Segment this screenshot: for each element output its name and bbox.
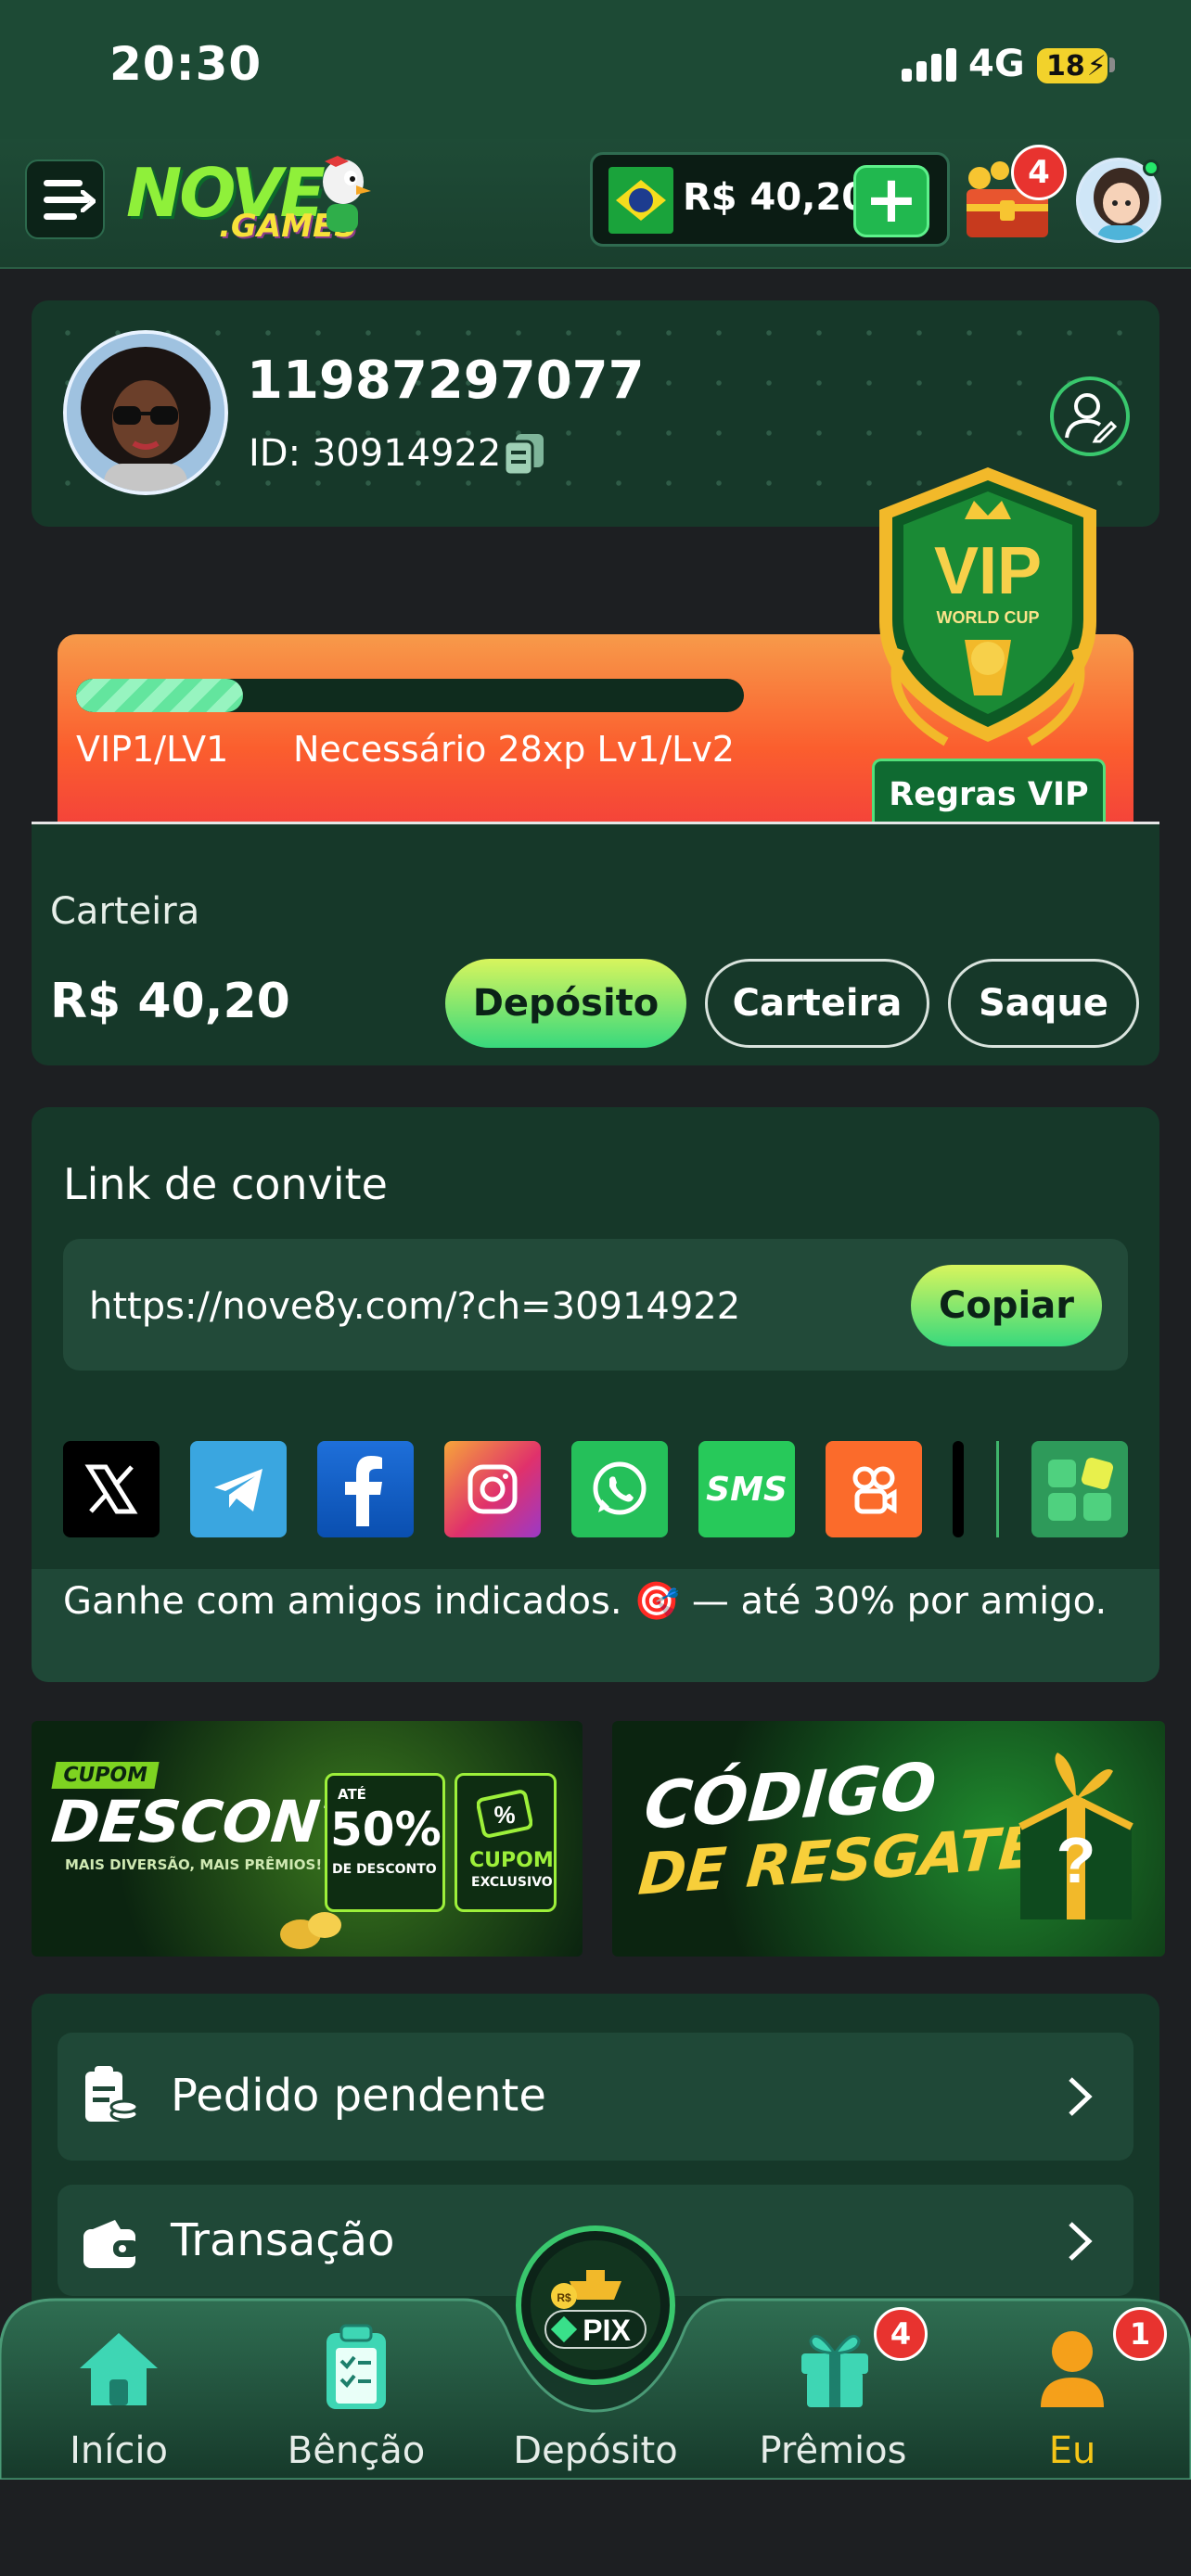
vip-progress-fill: [76, 679, 243, 712]
brazil-flag-icon: [608, 167, 673, 234]
battery-icon: 18 ⚡: [1037, 48, 1108, 83]
prizes-badge: 4: [874, 2307, 928, 2361]
wallet-balance: R$ 40,20: [50, 974, 290, 1029]
menu-arrow-icon: [81, 190, 96, 212]
copy-id-icon[interactable]: [503, 432, 545, 477]
chest-badge: 4: [1011, 145, 1067, 200]
banner-coupon-tag: CUPOM: [51, 1762, 160, 1789]
vip-level: VIP1/LV1: [76, 729, 229, 770]
wallet-button[interactable]: Carteira: [705, 959, 929, 1048]
vip-requirement: Necessário 28xp Lv1/Lv2: [293, 729, 735, 770]
home-indicator-area: [0, 2480, 1191, 2576]
whatsapp-icon[interactable]: [571, 1441, 668, 1537]
avatar-woman-icon: [67, 334, 224, 491]
pix-text: PIX: [583, 2314, 631, 2347]
tiktok-icon[interactable]: [953, 1441, 964, 1537]
battery-nub: [1109, 57, 1115, 72]
menu-button[interactable]: [25, 159, 105, 239]
vip-progress-bar: [76, 679, 744, 712]
tab-me[interactable]: [1037, 2326, 1108, 2411]
network-label: 4G: [968, 43, 1025, 85]
discount-coupon-banner[interactable]: CUPOM DESCONTO MAIS DIVERSÃO, MAIS PRÊMI…: [32, 1721, 583, 1957]
banner-discount-sub: MAIS DIVERSÃO, MAIS PRÊMIOS!: [65, 1856, 323, 1873]
user-icon: [1041, 2331, 1104, 2407]
gift-box-icon: ?: [1018, 1753, 1133, 1919]
transaction-label: Transação: [171, 2214, 395, 2266]
withdraw-button[interactable]: Saque: [948, 959, 1139, 1048]
facebook-icon[interactable]: [317, 1441, 414, 1537]
vip-shield-subtitle: WORLD CUP: [937, 608, 1040, 627]
wallet-icon: [83, 2220, 139, 2268]
signal-icon: [902, 48, 957, 82]
online-indicator: [1143, 159, 1159, 176]
mascot-icon: [323, 156, 371, 232]
battery-level: 18: [1046, 49, 1085, 83]
deposit-button[interactable]: Depósito: [445, 959, 686, 1048]
x-icon[interactable]: [63, 1441, 160, 1537]
social-scroll-divider: [996, 1441, 999, 1537]
invite-title: Link de convite: [63, 1159, 388, 1209]
svg-text:?: ?: [1057, 1824, 1096, 1896]
coins-icon: [280, 1912, 341, 1949]
banner-percent: 50%: [330, 1803, 442, 1856]
username: 11987297077: [247, 351, 645, 411]
copy-link-button[interactable]: Copiar: [911, 1265, 1102, 1346]
tab-blessing[interactable]: [323, 2324, 390, 2413]
clipboard-icon: [327, 2324, 386, 2409]
telegram-icon[interactable]: [190, 1441, 287, 1537]
user-id: ID: 30914922: [249, 432, 502, 475]
sms-text: SMS: [706, 1470, 788, 1509]
gift-icon: [801, 2334, 868, 2407]
redeem-code-banner[interactable]: CÓDIGO DE RESGATE ?: [612, 1721, 1165, 1957]
tab-prizes-label: Prêmios: [759, 2429, 907, 2472]
vip-shield-icon[interactable]: VIP WORLD CUP: [863, 464, 1113, 770]
sms-icon[interactable]: SMS: [698, 1441, 795, 1537]
tab-deposit-label[interactable]: Depósito: [475, 2429, 716, 2472]
invite-link[interactable]: https://nove8y.com/?ch=30914922: [89, 1285, 740, 1328]
chevron-right-icon: [1069, 2222, 1093, 2261]
user-avatar[interactable]: [63, 330, 228, 495]
home-icon: [80, 2333, 158, 2405]
svg-text:%: %: [493, 1801, 515, 1829]
tab-home-label: Início: [70, 2429, 168, 2472]
pix-icon: PIX R$: [531, 2240, 660, 2370]
pending-order-row[interactable]: Pedido pendente: [58, 2033, 1133, 2161]
pix-deposit-button[interactable]: PIX R$: [516, 2225, 675, 2385]
add-funds-button[interactable]: +: [853, 165, 929, 237]
vip-shield-title: VIP: [934, 534, 1042, 608]
invite-note: Ganhe com amigos indicados. 🎯 — até 30% …: [63, 1580, 1108, 1623]
banner-exclusivo: EXCLUSIVO: [471, 1875, 553, 1890]
tab-home[interactable]: [76, 2326, 161, 2411]
me-badge: 1: [1113, 2307, 1167, 2361]
tab-blessing-label: Bênção: [287, 2429, 426, 2472]
pending-order-label: Pedido pendente: [171, 2070, 546, 2122]
kwai-icon[interactable]: [826, 1441, 922, 1537]
tab-prizes[interactable]: [798, 2327, 872, 2409]
edit-user-icon: [1065, 393, 1118, 443]
more-apps-icon[interactable]: [1031, 1441, 1128, 1537]
coupon-icon: %: [477, 1790, 532, 1838]
status-time: 20:30: [109, 37, 263, 91]
chevron-right-icon: [1069, 2077, 1093, 2116]
pix-rs-text: R$: [557, 2291, 571, 2304]
vip-rules-button[interactable]: Regras VIP: [872, 759, 1106, 829]
banner-cupom: CUPOM: [469, 1849, 554, 1872]
instagram-icon[interactable]: [444, 1441, 541, 1537]
banner-ate: ATÉ: [338, 1786, 366, 1803]
clipboard-coins-icon: [85, 2066, 139, 2122]
header-balance: R$ 40,20: [683, 176, 868, 219]
tab-me-label: Eu: [1048, 2429, 1096, 2472]
wallet-label: Carteira: [50, 890, 200, 933]
edit-profile-button[interactable]: [1050, 376, 1130, 456]
banner-of-discount: DE DESCONTO: [332, 1862, 437, 1877]
